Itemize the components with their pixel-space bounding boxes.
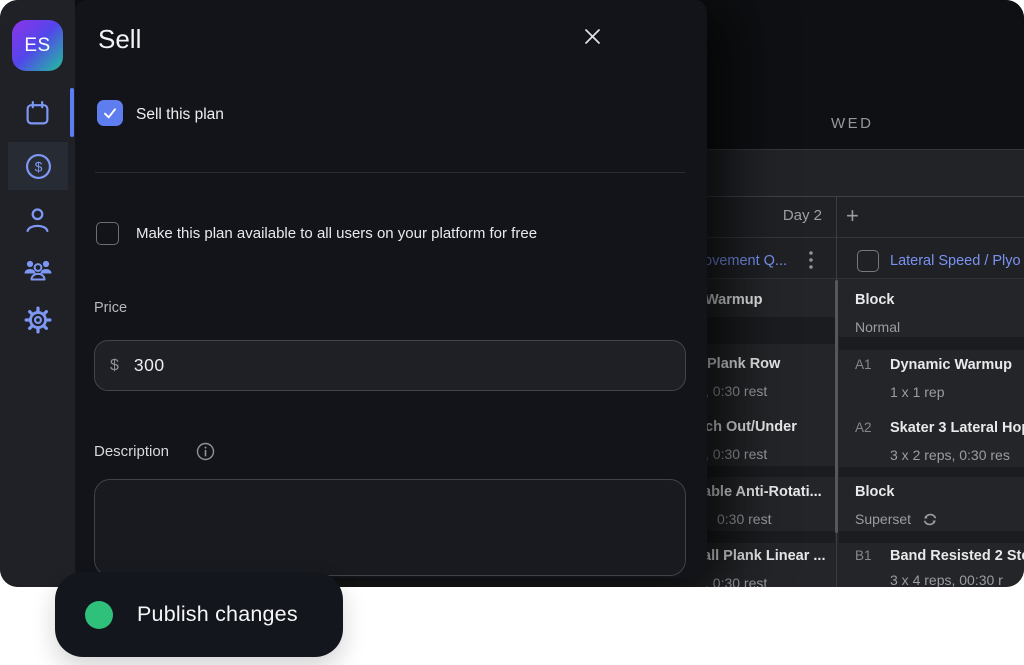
people-group-icon (23, 256, 53, 284)
exercise-name: Plank Row (707, 356, 780, 372)
free-plan-label: Make this plan available to all users on… (136, 225, 537, 242)
publish-changes-label: Publish changes (137, 602, 298, 627)
price-field[interactable]: $ (94, 340, 686, 391)
sell-modal: Sell Sell this plan Make this plan avail… (75, 0, 707, 578)
price-label: Price (94, 300, 127, 316)
kebab-menu-icon[interactable] (808, 250, 814, 270)
calendar-icon (24, 100, 51, 127)
app-window: WED Day 2 + ovement Q... Warmup Plank Ro… (0, 0, 1024, 587)
exercise-meta: 1 x 1 rep (890, 384, 944, 400)
status-dot-icon (85, 601, 113, 629)
price-input[interactable] (132, 354, 636, 377)
block-label: Block (855, 484, 895, 500)
person-icon (24, 206, 51, 234)
card-gap (839, 467, 1024, 477)
check-icon (102, 105, 118, 121)
sidebar-item-clients[interactable] (0, 246, 75, 294)
exercise-meta: 0:30 rest (717, 511, 771, 527)
sell-this-plan-label: Sell this plan (136, 106, 224, 124)
exercise-meta: , 0:30 rest (705, 446, 767, 462)
exercise-name: Warmup (705, 292, 762, 308)
exercise-tag: B1 (855, 548, 872, 563)
exercise-tag: A2 (855, 420, 872, 435)
sell-this-plan-checkbox[interactable] (97, 100, 123, 126)
workout-select-checkbox[interactable] (857, 250, 879, 272)
workout-title-link[interactable]: ovement Q... (704, 253, 787, 269)
superset-cycle-icon (922, 512, 938, 527)
info-icon[interactable] (196, 442, 215, 461)
sidebar-item-calendar[interactable] (0, 89, 75, 137)
block-type: Normal (855, 319, 900, 335)
day-label: Day 2 (757, 207, 822, 224)
card-gap (839, 337, 1024, 350)
exercise-meta: 3 x 2 reps, 0:30 res (890, 447, 1010, 463)
screenshot-stage: WED Day 2 + ovement Q... Warmup Plank Ro… (0, 0, 1024, 665)
column-scroll-indicator[interactable] (835, 280, 838, 533)
publish-changes-button[interactable]: Publish changes (55, 572, 343, 657)
block-type: Superset (855, 511, 911, 527)
exercise-name: Dynamic Warmup (890, 357, 1012, 373)
sidebar-item-sell[interactable]: $ (8, 142, 68, 190)
weekday-header: WED (831, 115, 874, 132)
exercise-name: ch Out/Under (705, 419, 797, 435)
svg-text:$: $ (34, 158, 42, 174)
exercise-tag: A1 (855, 357, 872, 372)
exercise-name: able Anti-Rotati... (703, 484, 822, 500)
close-icon (584, 28, 601, 45)
close-button[interactable] (576, 20, 608, 52)
currency-symbol: $ (110, 357, 119, 375)
sidebar-item-settings[interactable] (0, 296, 75, 344)
description-textarea[interactable] (94, 479, 686, 576)
exercise-name: Band Resisted 2 Step (890, 548, 1024, 564)
exercise-name: Skater 3 Lateral Hop (890, 420, 1024, 436)
gear-icon (24, 306, 52, 334)
exercise-name: all Plank Linear ... (703, 548, 826, 564)
block-label: Block (855, 292, 895, 308)
exercise-meta: , 0:30 rest (705, 383, 767, 399)
dollar-circle-icon: $ (25, 153, 52, 180)
exercise-meta: 3 x 4 reps, 00:30 r (890, 572, 1003, 587)
free-plan-checkbox[interactable] (96, 222, 119, 245)
sidebar: ES $ (0, 0, 75, 587)
sidebar-item-profile[interactable] (0, 196, 75, 244)
modal-divider (95, 172, 685, 173)
add-workout-button[interactable]: + (846, 205, 859, 227)
modal-title: Sell (98, 24, 141, 55)
workout-title-link[interactable]: Lateral Speed / Plyo (890, 253, 1021, 269)
card-gap (839, 531, 1024, 543)
description-label: Description (94, 443, 169, 460)
exercise-meta: , 0:30 rest (705, 575, 767, 587)
avatar[interactable]: ES (12, 20, 63, 71)
